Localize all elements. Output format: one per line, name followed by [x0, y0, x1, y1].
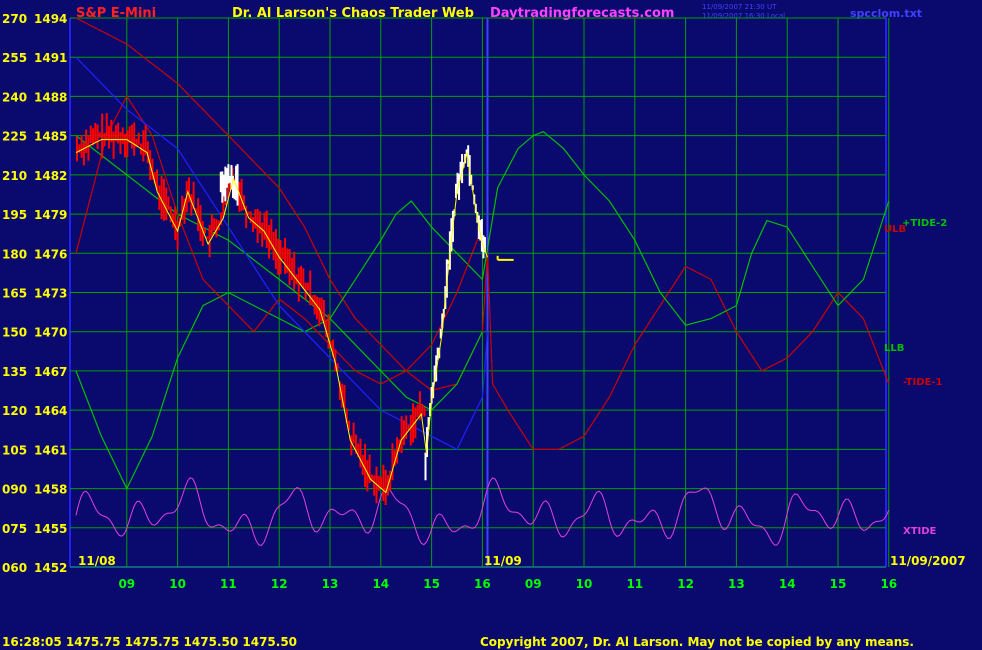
- price-tick-label: 1476: [34, 247, 67, 261]
- chart-window: S&P E-Mini Dr. Al Larson's Chaos Trader …: [0, 0, 982, 650]
- hour-tick-label: 16: [474, 577, 491, 591]
- hour-tick-label: 10: [169, 577, 186, 591]
- left-axis-tick-label: 180: [2, 247, 27, 261]
- left-axis-tick-label: 075: [2, 522, 27, 536]
- hour-tick-label: 12: [677, 577, 694, 591]
- hour-tick-label: 09: [525, 577, 542, 591]
- price-tick-label: 1485: [34, 130, 67, 144]
- hour-tick-label: 14: [372, 577, 389, 591]
- price-tick-label: 1470: [34, 326, 67, 340]
- hour-tick-label: 13: [322, 577, 339, 591]
- series-label-llb: LLB: [884, 343, 904, 354]
- hour-tick-label: 13: [728, 577, 745, 591]
- series-label-tide1: -TIDE-1: [903, 377, 943, 388]
- date-label-right: 11/09/2007: [890, 554, 966, 568]
- price-tick-label: 1464: [34, 404, 67, 418]
- chart-left-title: S&P E-Mini: [76, 6, 156, 21]
- hour-tick-label: 14: [779, 577, 796, 591]
- hour-tick-label: 11: [626, 577, 643, 591]
- hour-tick-label: 15: [423, 577, 440, 591]
- series-label-tide2: +TIDE-2: [902, 218, 947, 229]
- series-label-xtide: XTIDE: [903, 526, 937, 537]
- hour-tick-label: 16: [880, 577, 897, 591]
- price-chart: S&P E-Mini Dr. Al Larson's Chaos Trader …: [0, 0, 982, 650]
- left-axis-tick-label: 060: [2, 561, 27, 575]
- price-tick-label: 1488: [34, 90, 67, 104]
- left-axis-tick-label: 240: [2, 90, 27, 104]
- left-axis-tick-label: 165: [2, 287, 27, 301]
- left-axis-tick-label: 225: [2, 130, 27, 144]
- date-label-left: 11/08: [78, 554, 116, 568]
- y-axis-ticks: 270 1494 255 1491 240 1488 225 1485 210 1482 195 14…: [2, 12, 67, 575]
- left-axis-tick-label: 105: [2, 443, 27, 457]
- left-axis-tick-label: 120: [2, 404, 27, 418]
- left-axis-tick-label: 255: [2, 51, 27, 65]
- series-label-ulb: ULB: [884, 224, 906, 235]
- price-tick-label: 1479: [34, 208, 67, 222]
- price-tick-label: 1482: [34, 169, 67, 183]
- date-label-mid: 11/09: [484, 554, 522, 568]
- hour-tick-label: 15: [830, 577, 847, 591]
- price-tick-label: 1458: [34, 483, 67, 497]
- left-axis-tick-label: 150: [2, 326, 27, 340]
- price-tick-label: 1452: [34, 561, 67, 575]
- left-axis-tick-label: 090: [2, 483, 27, 497]
- left-axis-tick-label: 270: [2, 12, 27, 26]
- copyright: Copyright 2007, Dr. Al Larson. May not b…: [480, 635, 914, 649]
- left-axis-tick-label: 210: [2, 169, 27, 183]
- chart-main-title: Dr. Al Larson's Chaos Trader Web: [232, 6, 474, 21]
- hour-tick-label: 10: [576, 577, 593, 591]
- site-link[interactable]: Daytradingforecasts.com: [490, 6, 674, 21]
- hour-tick-label: 12: [271, 577, 288, 591]
- price-tick-label: 1494: [34, 12, 67, 26]
- price-tick-label: 1461: [34, 443, 67, 457]
- price-tick-label: 1491: [34, 51, 67, 65]
- price-tick-label: 1455: [34, 522, 67, 536]
- left-axis-tick-label: 195: [2, 208, 27, 222]
- hour-tick-label: 11: [220, 577, 237, 591]
- timestamp-local: 11/09/2007 16:30 Local: [702, 12, 785, 20]
- last-quote: 16:28:05 1475.75 1475.75 1475.50 1475.50: [2, 635, 297, 649]
- hour-tick-label: 09: [118, 577, 135, 591]
- timestamp-ut: 11/09/2007 21:30 UT: [702, 3, 777, 11]
- price-tick-label: 1467: [34, 365, 67, 379]
- left-axis-tick-label: 135: [2, 365, 27, 379]
- price-tick-label: 1473: [34, 287, 67, 301]
